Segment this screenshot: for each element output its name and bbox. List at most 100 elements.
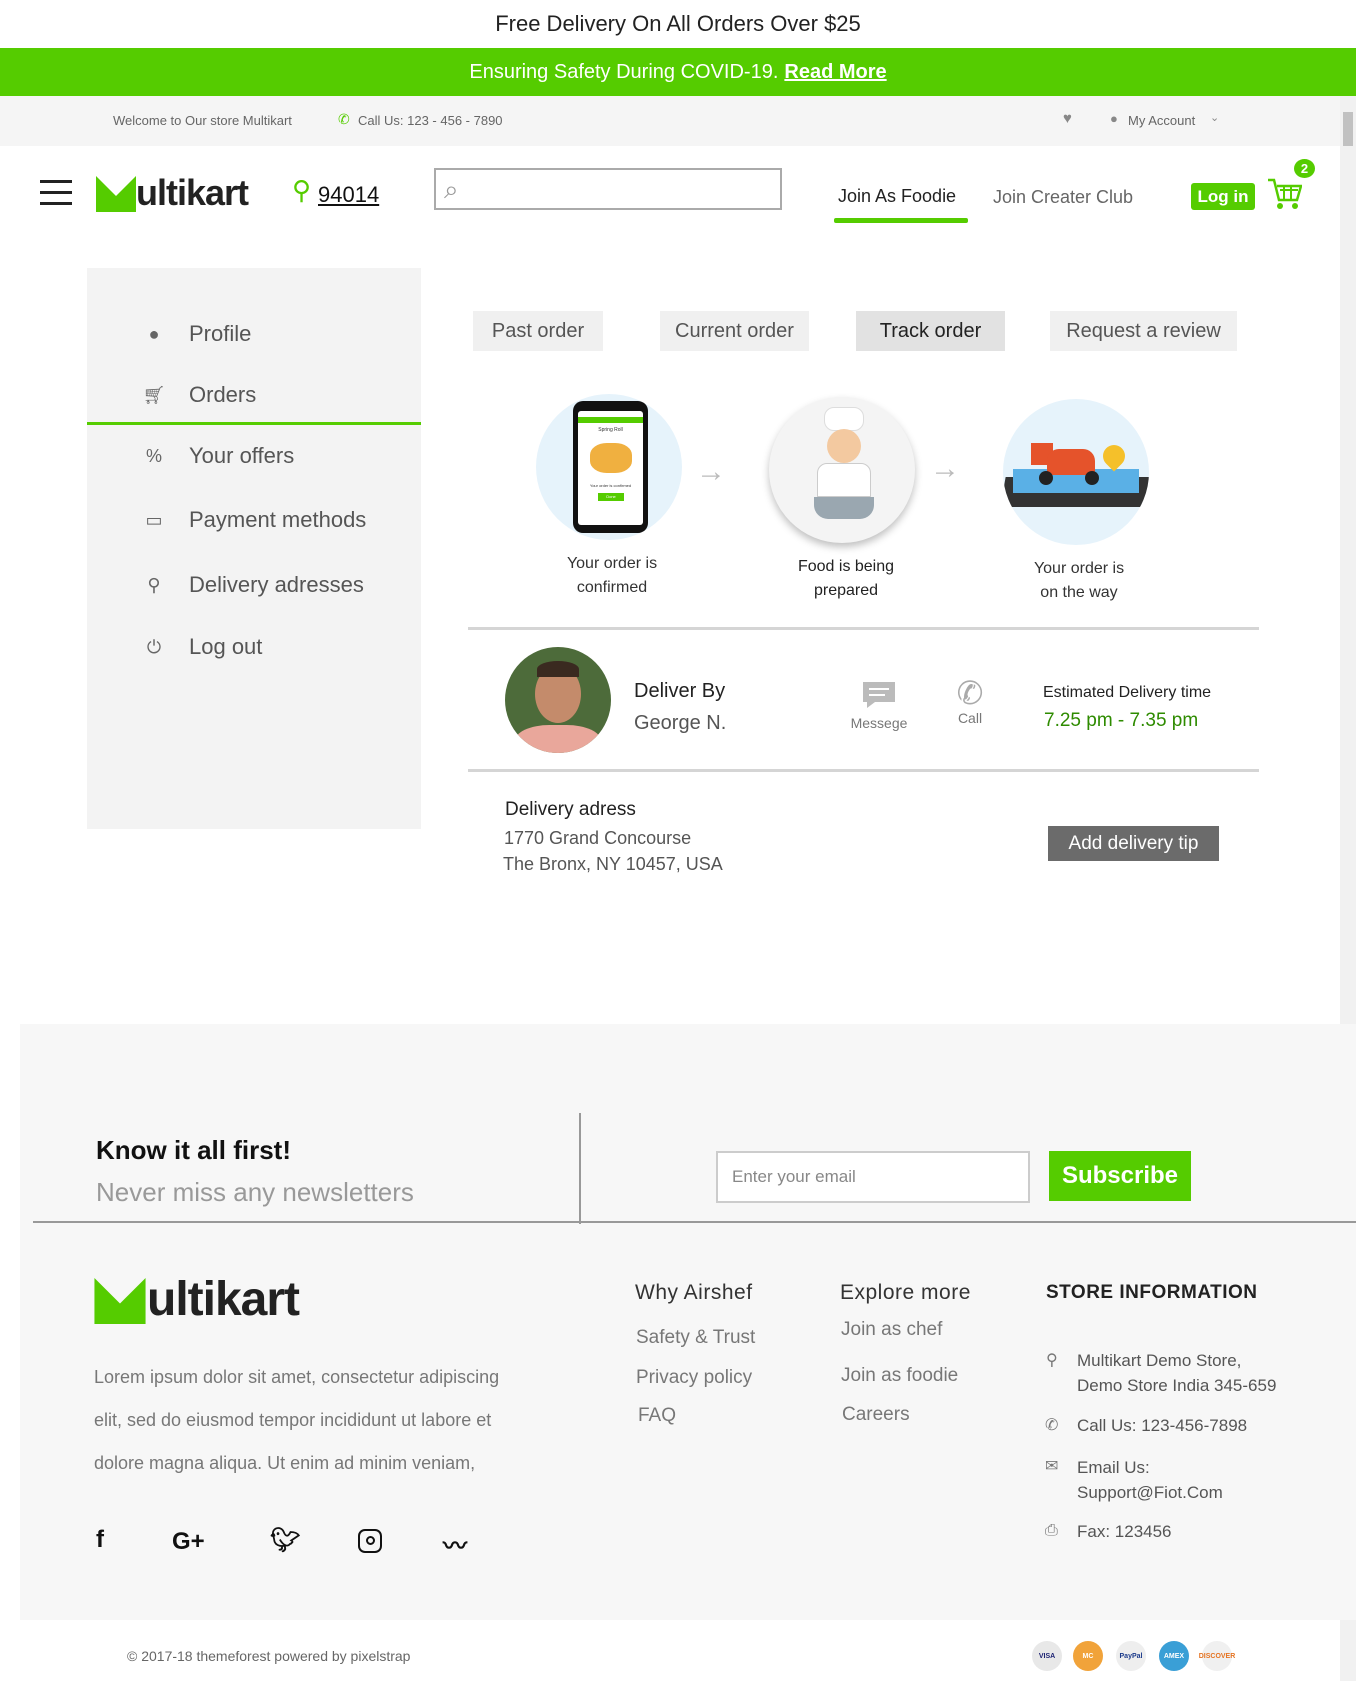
logo-m-icon <box>96 176 136 212</box>
logo-text: ultikart <box>136 172 249 213</box>
location-pin-icon: ⚲ <box>292 175 312 205</box>
footer-col1-title: Why Airshef <box>635 1281 753 1304</box>
phone-icon: ✆ <box>1045 1417 1059 1434</box>
heart-icon[interactable]: ♥ <box>1063 110 1072 127</box>
cart-icon[interactable] <box>1266 176 1302 212</box>
step-preparing-image <box>769 397 915 543</box>
message-button[interactable]: Messege <box>846 680 912 731</box>
percent-icon: % <box>145 445 162 466</box>
rss-icon[interactable]: 〰 <box>443 1526 467 1561</box>
phone-icon: ✆ <box>956 675 984 711</box>
chevron-down-icon[interactable]: ⌄ <box>1210 111 1219 124</box>
tab-past-order[interactable]: Past order <box>473 311 603 351</box>
step-confirmed-label: Your order is confirmed <box>566 555 658 596</box>
sidebar-item-label: Log out <box>189 634 263 659</box>
address-line-1: 1770 Grand Concourse <box>504 828 692 848</box>
store-call: Call Us: 123-456-7898 <box>1077 1416 1248 1435</box>
sidebar-item-logout[interactable]: ⏻ Log out <box>87 622 421 672</box>
footer-link-careers[interactable]: Careers <box>842 1404 910 1426</box>
arrow-right-icon: → <box>696 455 726 488</box>
zip-code[interactable]: 94014 <box>318 182 379 208</box>
facebook-icon[interactable]: f <box>96 1526 104 1554</box>
promo-banner: Free Delivery On All Orders Over $25 <box>0 0 1356 48</box>
cart-icon: 🛒︎ <box>142 384 166 405</box>
footer-link-safety[interactable]: Safety & Trust <box>636 1327 755 1349</box>
sidebar-item-label: Orders <box>189 382 257 407</box>
arrow-right-icon: → <box>930 452 960 485</box>
phone-header: Spring Roll <box>598 427 623 433</box>
discover-icon: DISCOVER <box>1199 1641 1235 1671</box>
footer-logo[interactable]: ultikart <box>93 1273 333 1326</box>
newsletter-email-input[interactable]: Enter your email <box>716 1151 1030 1203</box>
mastercard-icon: MC <box>1073 1641 1103 1671</box>
sidebar-item-addresses[interactable]: ⚲ Delivery adresses <box>87 560 421 610</box>
divider <box>468 627 1259 630</box>
pin-icon: ⚲ <box>1046 1352 1058 1369</box>
add-delivery-tip-button[interactable]: Add delivery tip <box>1048 826 1219 861</box>
newsletter-title: Know it all first! <box>96 1135 291 1165</box>
footer-link-join-chef[interactable]: Join as chef <box>841 1319 942 1341</box>
copyright: © 2017-18 themeforest powered by pixelst… <box>127 1648 411 1664</box>
tab-track-order[interactable]: Track order <box>856 311 1005 351</box>
message-icon <box>863 682 895 708</box>
call-text: Call Us: 123 - 456 - 7890 <box>358 113 503 128</box>
covid-banner: Ensuring Safety During COVID-19. Read Mo… <box>0 48 1356 96</box>
nav-join-creater-club[interactable]: Join Creater Club <box>993 187 1133 208</box>
twitter-icon[interactable]: 🐦︎ <box>270 1526 300 1555</box>
store-address: Multikart Demo Store, Demo Store India 34… <box>1077 1351 1277 1395</box>
step-preparing-label: Food is being prepared <box>797 558 895 599</box>
delivery-person-avatar <box>505 647 611 753</box>
promo-text: Free Delivery On All Orders Over $25 <box>495 11 861 36</box>
tab-request-review[interactable]: Request a review <box>1050 311 1237 351</box>
paypal-icon: PayPal <box>1116 1641 1146 1671</box>
newsletter-subtitle: Never miss any newsletters <box>96 1177 414 1207</box>
logo[interactable]: ultikart <box>96 172 268 214</box>
tab-current-order[interactable]: Current order <box>660 311 809 351</box>
my-account-link[interactable]: My Account <box>1128 113 1195 128</box>
nav-active-underline <box>834 218 968 223</box>
sidebar-item-offers[interactable]: % Your offers <box>87 431 421 481</box>
read-more-link[interactable]: Read More <box>784 61 886 84</box>
user-icon: ● <box>148 323 160 344</box>
subscribe-button[interactable]: Subscribe <box>1049 1151 1191 1201</box>
footer-about: Lorem ipsum dolor sit amet, consectetur … <box>94 1367 500 1473</box>
message-label: Messege <box>850 715 908 731</box>
user-icon: ● <box>1110 111 1118 126</box>
phone-done: Done <box>598 493 624 501</box>
footer-link-faq[interactable]: FAQ <box>638 1405 676 1427</box>
amex-icon: AMEX <box>1159 1641 1189 1671</box>
login-button[interactable]: Log in <box>1191 183 1255 210</box>
store-info-title: STORE INFORMATION <box>1046 1282 1258 1303</box>
search-input[interactable]: ⌕ <box>434 168 782 210</box>
top-bar: Welcome to Our store Multikart ✆ Call Us… <box>0 96 1340 146</box>
footer-link-join-foodie[interactable]: Join as foodie <box>841 1365 958 1387</box>
pin-icon: ⚲ <box>147 574 161 595</box>
deliver-by-label: Deliver By <box>634 680 726 702</box>
sidebar-item-label: Delivery adresses <box>189 572 364 597</box>
phone-illustration: Spring Roll Your order is confirmed Done <box>573 401 648 533</box>
call-button[interactable]: ✆ Call <box>944 676 996 726</box>
scrollbar-thumb[interactable] <box>1343 112 1353 146</box>
phone-status: Your order is confirmed <box>589 483 632 488</box>
card-icon: ▭ <box>145 509 163 530</box>
sidebar-item-payment[interactable]: ▭ Payment methods <box>87 495 421 545</box>
sidebar-item-profile[interactable]: ● Profile <box>87 309 421 359</box>
google-plus-icon[interactable]: G+ <box>172 1528 205 1556</box>
store-email: Email Us: Support@Fiot.Com <box>1077 1458 1223 1502</box>
delivery-address-title: Delivery adress <box>505 799 636 820</box>
step-on-the-way-image <box>1003 399 1149 545</box>
nav-join-foodie[interactable]: Join As Foodie <box>838 186 956 207</box>
footer-link-privacy[interactable]: Privacy policy <box>636 1367 752 1389</box>
fax-icon: ⎙ <box>1045 1522 1058 1539</box>
address-line-2: The Bronx, NY 10457, USA <box>503 854 723 874</box>
delivery-person-name: George N. <box>634 712 727 734</box>
sidebar-item-label: Profile <box>189 321 252 346</box>
store-fax: Fax: 123456 <box>1077 1522 1172 1541</box>
cart-count-badge: 2 <box>1294 159 1315 178</box>
instagram-icon[interactable] <box>358 1529 382 1553</box>
welcome-text: Welcome to Our store Multikart <box>113 113 292 128</box>
logo-m-icon <box>94 1278 146 1324</box>
menu-icon[interactable] <box>40 180 72 213</box>
sidebar-item-orders[interactable]: 🛒︎ Orders <box>87 370 421 420</box>
power-icon: ⏻ <box>146 636 162 657</box>
